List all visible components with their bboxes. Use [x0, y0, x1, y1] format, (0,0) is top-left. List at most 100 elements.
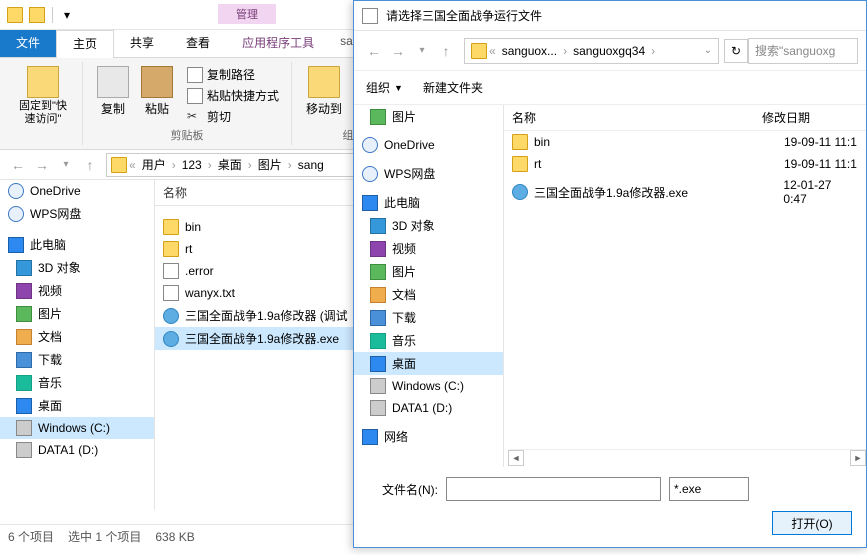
doc-icon — [370, 287, 386, 303]
crumb-123[interactable]: 123 — [178, 158, 206, 172]
main-max[interactable]: □ — [776, 0, 821, 1]
dlg-side-cdrive[interactable]: Windows (C:) — [354, 375, 503, 397]
dlg-side-downloads[interactable]: 下载 — [354, 306, 503, 329]
dlg-side-pictures[interactable]: 图片 — [354, 105, 503, 128]
side-downloads[interactable]: 下载 — [0, 348, 154, 371]
addr-dropdown[interactable]: ⌄ — [704, 45, 712, 56]
doc-icon — [16, 329, 32, 345]
dlg-col-name[interactable]: 名称 — [512, 109, 762, 126]
folder-icon — [163, 241, 179, 257]
dlg-file-exe[interactable]: 三国全面战争1.9a修改器.exe12-01-27 0:47 — [504, 175, 866, 209]
scroll-left[interactable]: ◄ — [508, 450, 524, 466]
dlg-columns: 名称 修改日期 — [504, 105, 866, 131]
tab-home[interactable]: 主页 — [56, 30, 114, 58]
cut-button[interactable]: ✂剪切 — [183, 106, 283, 127]
qat-dropdown[interactable]: ▾ — [64, 8, 70, 22]
dlg-toolbar: 组织 ▼ 新建文件夹 — [354, 71, 866, 105]
moveto-label: 移动到 — [306, 100, 342, 117]
pin-button[interactable]: 固定到"快速访问" — [12, 64, 74, 128]
paste-label: 粘贴 — [145, 100, 169, 117]
dialog-icon — [362, 8, 378, 24]
moveto-button[interactable]: 移动到 — [300, 64, 348, 119]
side-desktop[interactable]: 桌面 — [0, 394, 154, 417]
side-cdrive[interactable]: Windows (C:) — [0, 417, 154, 439]
side-music[interactable]: 音乐 — [0, 371, 154, 394]
dlg-address[interactable]: « sanguox...› sanguoxgq34› ⌄ — [464, 38, 719, 64]
nav-up[interactable]: ↑ — [78, 153, 102, 177]
filename-label: 文件名(N): — [368, 481, 438, 498]
side-thispc[interactable]: 此电脑 — [0, 233, 154, 256]
crumb-pictures[interactable]: 图片 — [254, 156, 286, 173]
network-icon — [362, 429, 378, 445]
addr-icon — [111, 157, 127, 173]
cdrive-icon — [370, 378, 386, 394]
side-wps[interactable]: WPS网盘 — [0, 202, 154, 225]
open-button[interactable]: 打开(O) — [772, 511, 852, 535]
dlg-crumb1[interactable]: sanguox... — [498, 44, 561, 58]
dlg-side-pictures2[interactable]: 图片 — [354, 260, 503, 283]
dlg-side-wps[interactable]: WPS网盘 — [354, 162, 503, 185]
dlg-col-date[interactable]: 修改日期 — [762, 109, 810, 126]
dlg-side-ddrive[interactable]: DATA1 (D:) — [354, 397, 503, 419]
onedrive-icon — [8, 183, 24, 199]
side-ddrive[interactable]: DATA1 (D:) — [0, 439, 154, 461]
dlg-crumb2[interactable]: sanguoxgq34 — [569, 44, 649, 58]
nav-forward[interactable]: → — [30, 153, 54, 177]
dlg-side-network[interactable]: 网络 — [354, 425, 503, 448]
tab-share[interactable]: 共享 — [114, 30, 170, 57]
paste-button[interactable]: 粘贴 — [135, 64, 179, 127]
organize-button[interactable]: 组织 ▼ — [366, 79, 403, 96]
folder-icon — [512, 134, 528, 150]
dlg-side-videos[interactable]: 视频 — [354, 237, 503, 260]
qat-btn[interactable] — [29, 7, 45, 23]
dlg-recent[interactable]: ▾ — [410, 39, 434, 63]
refresh-button[interactable]: ↻ — [724, 39, 748, 63]
side-3d[interactable]: 3D 对象 — [0, 256, 154, 279]
tab-tools[interactable]: 应用程序工具 — [226, 30, 330, 57]
crumb-desktop[interactable]: 桌面 — [214, 156, 246, 173]
ddrive-icon — [16, 442, 32, 458]
side-documents[interactable]: 文档 — [0, 325, 154, 348]
filename-input[interactable] — [446, 477, 661, 501]
nav-back[interactable]: ← — [6, 153, 30, 177]
dlg-side-thispc[interactable]: 此电脑 — [354, 191, 503, 214]
crumb-user[interactable]: 用户 — [138, 156, 170, 173]
dlg-back[interactable]: ← — [362, 39, 386, 63]
dlg-file-bin[interactable]: bin19-09-11 11:1 — [504, 131, 866, 153]
wps-icon — [362, 166, 378, 182]
context-tab-label: 管理 — [218, 4, 276, 24]
dlg-side-desktop[interactable]: 桌面 — [354, 352, 503, 375]
dlg-side-music[interactable]: 音乐 — [354, 329, 503, 352]
scroll-right[interactable]: ► — [850, 450, 866, 466]
side-videos[interactable]: 视频 — [0, 279, 154, 302]
dlg-side-onedrive[interactable]: OneDrive — [354, 134, 503, 156]
newfolder-button[interactable]: 新建文件夹 — [423, 79, 483, 96]
dlg-forward[interactable]: → — [386, 39, 410, 63]
dlg-up[interactable]: ↑ — [434, 39, 458, 63]
video-icon — [16, 283, 32, 299]
status-selected: 选中 1 个项目 — [68, 528, 141, 545]
filter-combo[interactable]: *.exe — [669, 477, 749, 501]
main-close[interactable]: ✕ — [821, 0, 866, 1]
tab-file[interactable]: 文件 — [0, 30, 56, 57]
side-onedrive[interactable]: OneDrive — [0, 180, 154, 202]
dlg-side-documents[interactable]: 文档 — [354, 283, 503, 306]
side-pictures[interactable]: 图片 — [0, 302, 154, 325]
tab-view[interactable]: 查看 — [170, 30, 226, 57]
crumb-sang[interactable]: sang — [294, 158, 328, 172]
ribbon-group-clipboard: 复制 粘贴 复制路径 粘贴快捷方式 ✂剪切 剪贴板 — [83, 62, 292, 145]
copy-path-button[interactable]: 复制路径 — [183, 64, 283, 85]
copy-label: 复制 — [101, 100, 125, 117]
dialog-titlebar: 请选择三国全面战争运行文件 — [354, 1, 866, 31]
dlg-search[interactable]: 搜索"sanguoxg — [748, 38, 858, 64]
exe-icon — [163, 308, 179, 324]
shortcut-icon — [187, 88, 203, 104]
file-icon — [163, 263, 179, 279]
paste-shortcut-button[interactable]: 粘贴快捷方式 — [183, 85, 283, 106]
dlg-file-rt[interactable]: rt19-09-11 11:1 — [504, 153, 866, 175]
main-min[interactable]: — — [731, 0, 776, 1]
copy-button[interactable]: 复制 — [91, 64, 135, 127]
nav-recent[interactable]: ▾ — [54, 153, 78, 177]
cut-icon: ✂ — [187, 109, 203, 125]
dlg-side-3d[interactable]: 3D 对象 — [354, 214, 503, 237]
